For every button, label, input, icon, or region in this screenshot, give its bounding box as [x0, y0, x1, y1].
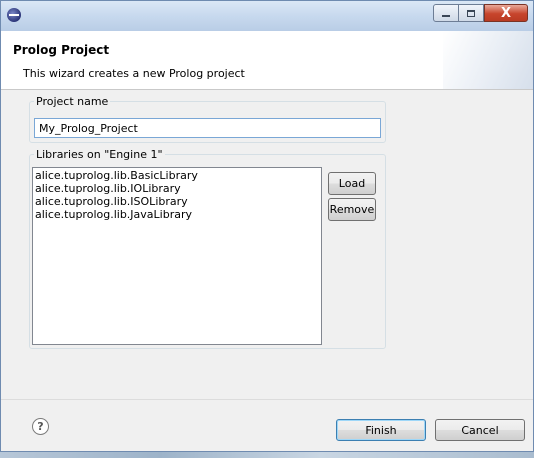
help-icon[interactable]: ? [32, 418, 49, 435]
project-name-label: Project name [34, 95, 111, 108]
taskbar-strip [0, 452, 534, 458]
wizard-header: Prolog Project This wizard creates a new… [1, 31, 533, 90]
libraries-group: Libraries on "Engine 1" alice.tuprolog.l… [29, 148, 386, 349]
wizard-title: Prolog Project [13, 43, 110, 57]
list-item[interactable]: alice.tuprolog.lib.JavaLibrary [35, 208, 319, 221]
wizard-window: X Prolog Project This wizard creates a n… [0, 0, 534, 452]
eclipse-icon [7, 8, 21, 22]
finish-button[interactable]: Finish [336, 419, 426, 441]
minimize-icon [442, 15, 450, 17]
remove-button[interactable]: Remove [328, 198, 376, 221]
project-name-group: Project name [29, 95, 386, 143]
list-item[interactable]: alice.tuprolog.lib.ISOLibrary [35, 195, 319, 208]
libraries-list[interactable]: alice.tuprolog.lib.BasicLibrary alice.tu… [32, 167, 322, 345]
list-item[interactable]: alice.tuprolog.lib.BasicLibrary [35, 169, 319, 182]
close-button[interactable]: X [484, 4, 528, 22]
load-button[interactable]: Load [328, 172, 376, 195]
cancel-button[interactable]: Cancel [435, 419, 525, 441]
minimize-button[interactable] [433, 4, 459, 22]
close-icon: X [500, 5, 512, 21]
header-decoration [443, 31, 533, 89]
project-name-input[interactable] [34, 118, 381, 138]
maximize-button[interactable] [458, 4, 484, 22]
maximize-icon [467, 9, 475, 17]
libraries-label: Libraries on "Engine 1" [34, 148, 165, 161]
wizard-description: This wizard creates a new Prolog project [23, 67, 245, 80]
list-item[interactable]: alice.tuprolog.lib.IOLibrary [35, 182, 319, 195]
footer-separator [1, 399, 533, 400]
title-bar[interactable]: X [1, 1, 533, 32]
